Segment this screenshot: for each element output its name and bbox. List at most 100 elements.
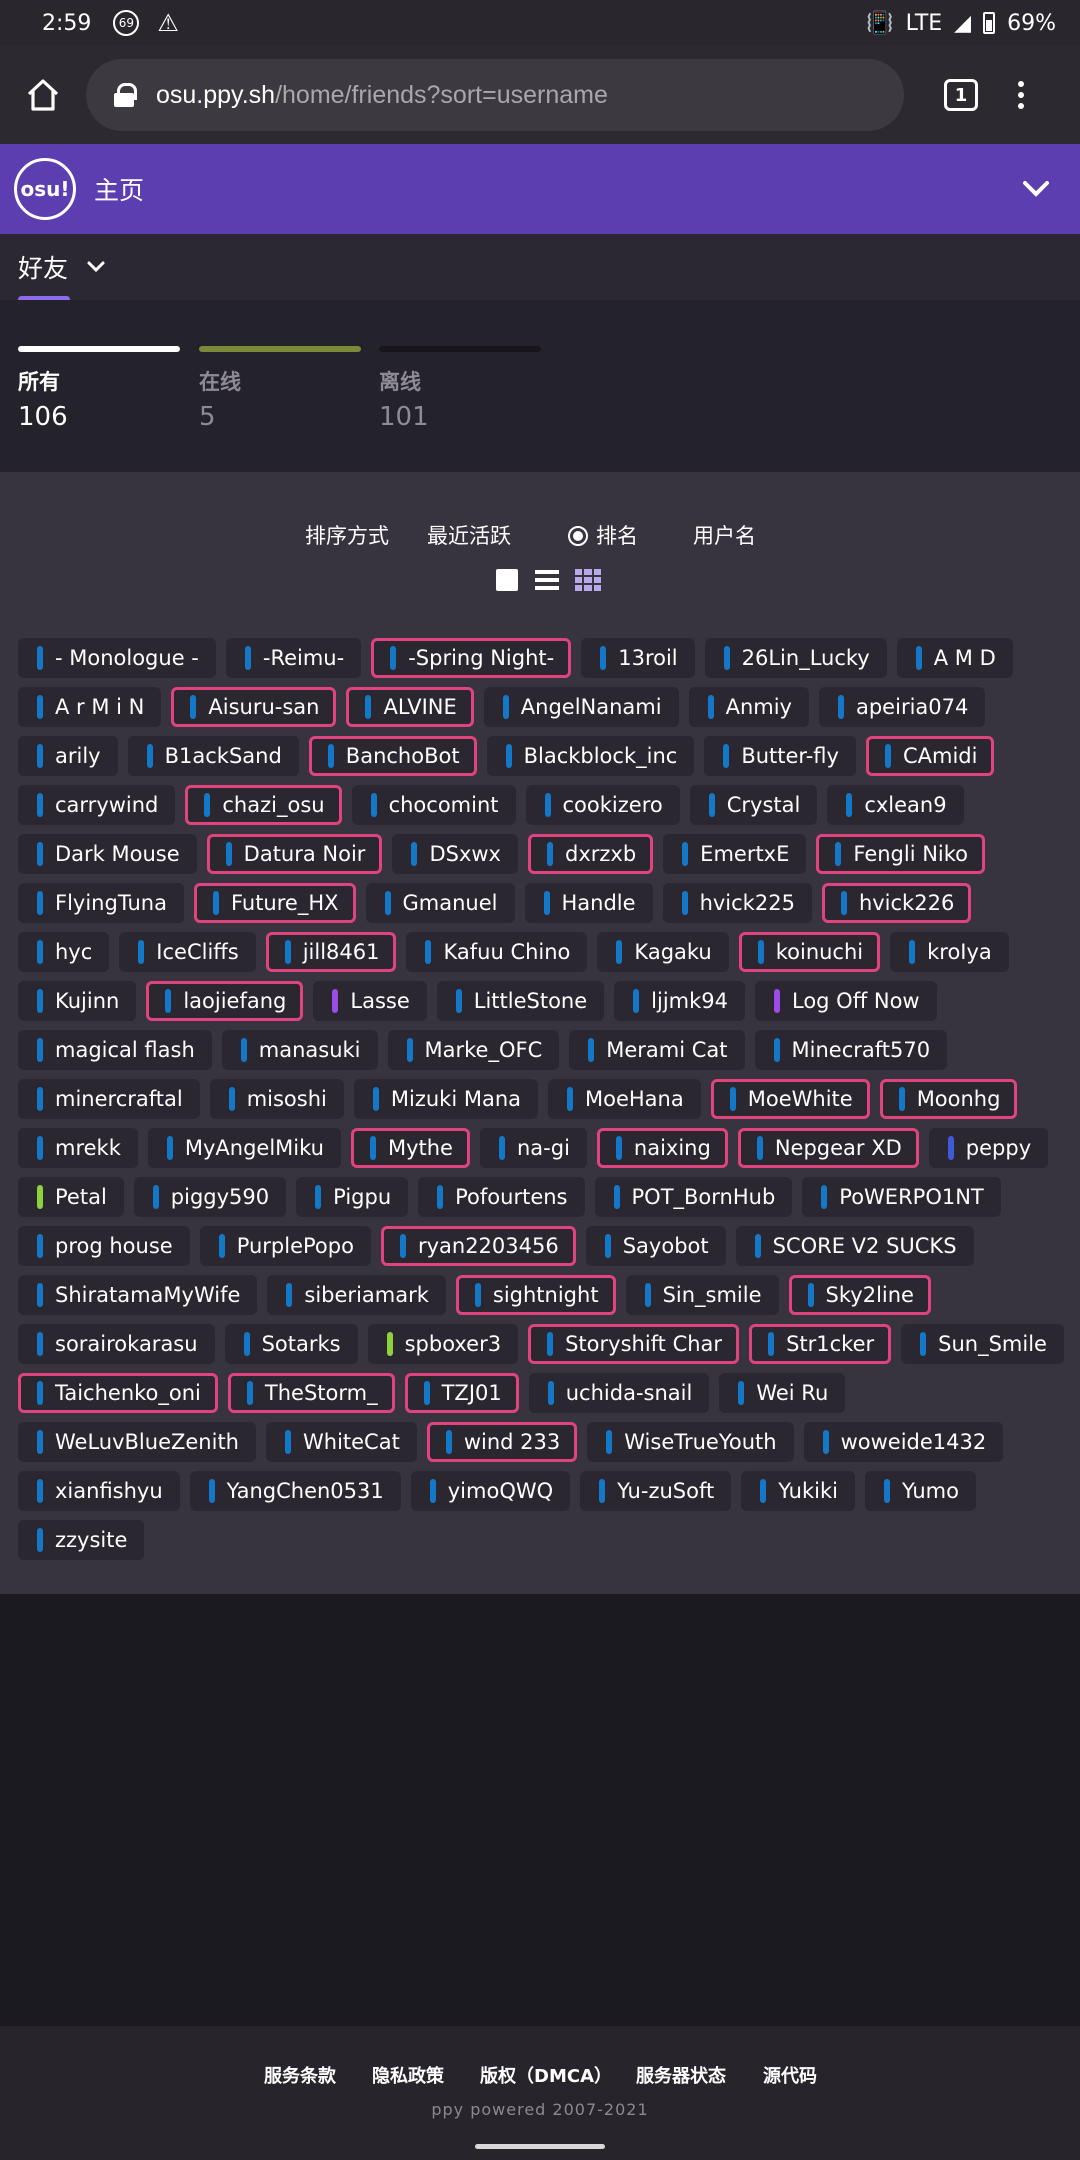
friend-chip[interactable]: dxrzxb: [527, 834, 654, 874]
friend-chip[interactable]: magical flash: [18, 1030, 212, 1070]
friend-chip[interactable]: Sotarks: [224, 1324, 358, 1364]
friend-chip[interactable]: ljjmk94: [614, 981, 745, 1021]
friend-chip[interactable]: ryan2203456: [380, 1226, 576, 1266]
friend-chip[interactable]: A r M i N: [18, 687, 162, 727]
friend-chip[interactable]: peppy: [928, 1128, 1049, 1168]
friend-chip[interactable]: -Spring Night-: [371, 638, 572, 678]
footer-link-dmca[interactable]: 版权（DMCA）: [480, 2062, 612, 2088]
card-view-icon[interactable]: [494, 568, 520, 592]
friend-chip[interactable]: LittleStone: [436, 981, 605, 1021]
friend-chip[interactable]: uchida-snail: [528, 1373, 710, 1413]
osu-logo[interactable]: osu!: [14, 158, 76, 220]
friend-chip[interactable]: Crystal: [689, 785, 818, 825]
friend-chip[interactable]: Wei Ru: [719, 1373, 846, 1413]
friend-chip[interactable]: 13roil: [581, 638, 695, 678]
friend-chip[interactable]: Marke_OFC: [387, 1030, 560, 1070]
friend-chip[interactable]: piggy590: [133, 1177, 287, 1217]
friend-chip[interactable]: Mythe: [350, 1128, 470, 1168]
friend-chip[interactable]: WiseTrueYouth: [587, 1422, 794, 1462]
friend-chip[interactable]: xianfishyu: [18, 1471, 180, 1511]
section-header[interactable]: 好友: [0, 234, 1080, 300]
friend-chip[interactable]: manasuki: [221, 1030, 378, 1070]
friend-chip[interactable]: TZJ01: [404, 1373, 519, 1413]
friend-chip[interactable]: PurplePopo: [199, 1226, 371, 1266]
friend-chip[interactable]: Aisuru-san: [171, 687, 337, 727]
friend-chip[interactable]: Pigpu: [296, 1177, 409, 1217]
friend-chip[interactable]: WhiteCat: [266, 1422, 417, 1462]
friend-chip[interactable]: yimoQWQ: [410, 1471, 571, 1511]
stat-offline[interactable]: 离线 101: [379, 346, 541, 432]
chevron-down-icon[interactable]: [1022, 180, 1050, 198]
friend-chip[interactable]: Yumo: [864, 1471, 976, 1511]
friend-chip[interactable]: Future_HX: [193, 883, 356, 923]
friend-chip[interactable]: Petal: [18, 1177, 124, 1217]
friend-chip[interactable]: cookizero: [525, 785, 680, 825]
friend-chip[interactable]: BanchoBot: [308, 736, 477, 776]
friend-chip[interactable]: EmertxE: [663, 834, 807, 874]
friend-chip[interactable]: hvick226: [821, 883, 972, 923]
friend-chip[interactable]: TheStorm_: [227, 1373, 395, 1413]
friend-chip[interactable]: Kafuu Chino: [406, 932, 588, 972]
friend-chip[interactable]: spboxer3: [367, 1324, 519, 1364]
footer-link-terms[interactable]: 服务条款: [264, 2062, 336, 2088]
sort-option-username[interactable]: 用户名: [693, 520, 756, 550]
brick-view-icon[interactable]: [575, 568, 601, 592]
friend-chip[interactable]: PoWERPO1NT: [802, 1177, 1001, 1217]
friend-chip[interactable]: Merami Cat: [569, 1030, 745, 1070]
friend-chip[interactable]: Pofourtens: [418, 1177, 585, 1217]
friend-chip[interactable]: Kagaku: [597, 932, 729, 972]
address-bar[interactable]: osu.ppy.sh/home/friends?sort=username: [86, 59, 904, 131]
friend-chip[interactable]: Handle: [524, 883, 653, 923]
friend-chip[interactable]: cxlean9: [827, 785, 964, 825]
friend-chip[interactable]: minercraftal: [18, 1079, 200, 1119]
friend-chip[interactable]: kroIya: [890, 932, 1009, 972]
friend-chip[interactable]: WeLuvBlueZenith: [18, 1422, 256, 1462]
sort-option-rank[interactable]: 排名: [568, 520, 638, 550]
tab-switcher-button[interactable]: 1: [944, 79, 978, 111]
stat-all[interactable]: 所有 106: [18, 346, 180, 432]
friend-chip[interactable]: CAmidi: [865, 736, 995, 776]
friend-chip[interactable]: YangChen0531: [189, 1471, 401, 1511]
friend-chip[interactable]: Fengli Niko: [816, 834, 986, 874]
friend-chip[interactable]: -Reimu-: [225, 638, 362, 678]
friend-chip[interactable]: naixing: [596, 1128, 728, 1168]
gesture-bar[interactable]: [475, 2144, 605, 2149]
friend-chip[interactable]: Lasse: [313, 981, 427, 1021]
friend-chip[interactable]: Anmiy: [688, 687, 809, 727]
friend-chip[interactable]: arily: [18, 736, 118, 776]
friend-chip[interactable]: FlyingTuna: [18, 883, 184, 923]
friend-chip[interactable]: Sky2line: [788, 1275, 931, 1315]
friend-chip[interactable]: woweide1432: [803, 1422, 1004, 1462]
friend-chip[interactable]: Yu-zuSoft: [580, 1471, 732, 1511]
friend-chip[interactable]: apeiria074: [818, 687, 986, 727]
sort-option-recent[interactable]: 最近活跃: [427, 520, 511, 550]
friend-chip[interactable]: laojiefang: [146, 981, 304, 1021]
friend-chip[interactable]: wind 233: [426, 1422, 578, 1462]
home-button[interactable]: [0, 46, 86, 144]
friend-chip[interactable]: carrywind: [18, 785, 176, 825]
friend-chip[interactable]: A M D: [896, 638, 1013, 678]
friend-chip[interactable]: Sun_Smile: [901, 1324, 1064, 1364]
friend-chip[interactable]: Datura Noir: [206, 834, 383, 874]
stat-online[interactable]: 在线 5: [199, 346, 361, 432]
friend-chip[interactable]: siberiamark: [267, 1275, 446, 1315]
friend-chip[interactable]: Sin_smile: [625, 1275, 779, 1315]
friend-chip[interactable]: MyAngelMiku: [147, 1128, 341, 1168]
friend-chip[interactable]: Sayobot: [585, 1226, 726, 1266]
friend-chip[interactable]: AngelNanami: [483, 687, 679, 727]
friend-chip[interactable]: koinuchi: [738, 932, 881, 972]
friend-chip[interactable]: Taichenko_oni: [18, 1373, 218, 1413]
friend-chip[interactable]: Moonhg: [879, 1079, 1018, 1119]
browser-menu-button[interactable]: [1018, 81, 1024, 109]
friend-chip[interactable]: chocomint: [351, 785, 516, 825]
friend-chip[interactable]: Butter-fly: [704, 736, 856, 776]
friend-chip[interactable]: Nepgear XD: [737, 1128, 919, 1168]
friend-chip[interactable]: jill8461: [265, 932, 397, 972]
friend-chip[interactable]: - Monologue -: [18, 638, 216, 678]
friend-chip[interactable]: IceCliffs: [119, 932, 256, 972]
friend-chip[interactable]: ALVINE: [346, 687, 474, 727]
friend-chip[interactable]: Log Off Now: [755, 981, 937, 1021]
friend-chip[interactable]: sorairokarasu: [18, 1324, 215, 1364]
friend-chip[interactable]: Mizuki Mana: [353, 1079, 538, 1119]
friend-chip[interactable]: B1ackSand: [127, 736, 299, 776]
